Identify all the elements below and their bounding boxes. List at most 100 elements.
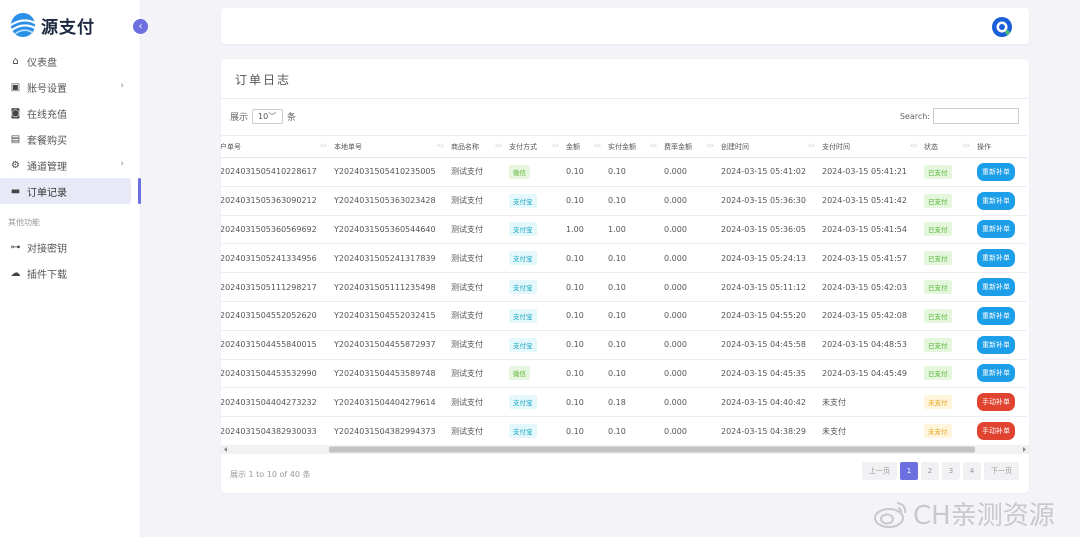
cell-text: Y2024031505363023428 — [334, 196, 436, 206]
page-button[interactable]: 2 — [921, 462, 939, 480]
table-cell: 0.10 — [605, 359, 661, 389]
search-control: Search: — [900, 108, 1019, 124]
sidebar-item[interactable]: ⌂ 仪表盘 — [0, 48, 141, 74]
manual-supply-button[interactable]: 手动补单 — [977, 422, 1015, 441]
sidebar-item[interactable]: ◙ 在线充值 — [0, 100, 141, 126]
page-length-value: 10 — [258, 112, 269, 121]
sidebar-item[interactable]: ⚙ 通道管理 › — [0, 152, 141, 178]
page-button[interactable]: 3 — [942, 462, 960, 480]
table-row: 2024031505241334956 Y2024031505241317839 测… — [221, 243, 1027, 274]
collapse-sidebar-button[interactable]: ‹ — [133, 19, 148, 34]
table-cell: Y2024031504404279614 — [331, 387, 448, 418]
watermark: CH亲测资源 — [873, 495, 1055, 532]
resupply-order-button[interactable]: 重新补单 — [977, 278, 1015, 297]
horizontal-scrollbar[interactable] — [221, 445, 1029, 454]
table-row: 2024031504382930033 Y2024031504382994373 测… — [221, 416, 1027, 446]
sidebar-item[interactable]: ▬ 订单记录 — [0, 178, 141, 204]
length-suffix: 条 — [287, 113, 297, 123]
resupply-order-button[interactable]: 重新补单 — [977, 306, 1015, 325]
sidebar-section-title: 其他功能 — [8, 218, 40, 227]
app-logo[interactable]: 源支付 — [8, 11, 95, 39]
column-header[interactable]: 商品名称 ︿ ﹀ — [448, 135, 506, 158]
table-cell: 2024031504455840015 — [221, 330, 331, 360]
avatar[interactable] — [991, 16, 1013, 38]
table-cell: 测试支付 — [448, 330, 506, 360]
column-header[interactable]: 创建时间 ︿ ﹀ — [718, 135, 819, 158]
table-cell: Y2024031505241317839 — [331, 243, 448, 274]
package-icon: ▤ — [10, 133, 21, 145]
cell-text: 0.000 — [664, 397, 687, 407]
cell-text: 2024-03-15 04:45:58 — [721, 340, 806, 350]
length-prefix: 展示 — [230, 113, 249, 123]
sidebar-item[interactable]: ▣ 账号设置 › — [0, 74, 141, 100]
next-page-button[interactable]: 下一页 — [984, 462, 1019, 480]
resupply-order-button[interactable]: 重新补单 — [977, 220, 1015, 239]
column-header-label: 支付时间 — [822, 142, 850, 151]
sidebar-item-label: 仪表盘 — [27, 57, 57, 69]
cell-text: 2024031505363090212 — [221, 196, 317, 206]
sidebar-item-label: 对接密钥 — [27, 243, 67, 255]
table-cell: 支付宝 — [506, 330, 563, 360]
cell-text: 2024031504552052620 — [221, 311, 317, 321]
page-button[interactable]: 4 — [963, 462, 981, 480]
column-header[interactable]: 金额 ︿ ﹀ — [563, 135, 605, 158]
table-cell: 重新补单 — [974, 215, 1027, 245]
column-header-label: 创建时间 — [721, 142, 749, 151]
column-header[interactable]: 支付时间 ︿ ﹀ — [819, 135, 921, 158]
cell-text: 测试支付 — [451, 340, 483, 350]
receipt-icon: ▬ — [10, 185, 21, 197]
wallet-icon: ◙ — [10, 107, 21, 119]
page-length-select[interactable]: 10﹀ — [252, 109, 284, 124]
table-info: 展示 1 to 10 of 40 条 — [230, 470, 311, 479]
cell-text: 0.000 — [664, 426, 687, 436]
resupply-order-button[interactable]: 重新补单 — [977, 162, 1015, 181]
table-cell: 2024-03-15 05:41:54 — [819, 215, 921, 245]
resupply-order-button[interactable]: 重新补单 — [977, 335, 1015, 354]
cell-text: 2024-03-15 05:41:57 — [822, 253, 907, 263]
cell-text: 2024-03-15 05:41:42 — [822, 196, 907, 206]
column-header[interactable]: 状态 ︿ ﹀ — [921, 135, 974, 158]
table-cell: 2024031504453532990 — [221, 359, 331, 389]
table-cell: 2024-03-15 04:45:58 — [718, 330, 819, 360]
manual-supply-button[interactable]: 手动补单 — [977, 393, 1015, 412]
table-cell: 0.10 — [605, 301, 661, 331]
prev-page-button[interactable]: 上一页 — [862, 462, 897, 480]
table-row: 2024031504453532990 Y2024031504453589748 测… — [221, 359, 1027, 389]
column-header[interactable]: 本地单号 ︿ ﹀ — [331, 135, 448, 158]
table-cell: 重新补单 — [974, 272, 1027, 302]
table-cell: 0.10 — [563, 157, 605, 187]
table-cell: 支付宝 — [506, 416, 563, 446]
column-header[interactable]: 操作 — [974, 135, 1027, 158]
cell-text: 2024-03-15 04:45:35 — [721, 368, 806, 378]
column-header-label: 操作 — [977, 142, 991, 151]
table-cell: 0.000 — [661, 215, 718, 245]
sidebar-item[interactable]: ⊶ 对接密钥 — [0, 234, 141, 260]
table-cell: 1.00 — [605, 215, 661, 245]
search-label: Search: — [899, 111, 930, 121]
table-cell: 测试支付 — [448, 215, 506, 245]
sidebar-item[interactable]: ▤ 套餐购买 — [0, 126, 141, 152]
sidebar-item[interactable]: ☁ 插件下载 — [0, 260, 141, 286]
resupply-order-button[interactable]: 重新补单 — [977, 191, 1015, 210]
cell-text: 测试支付 — [451, 282, 483, 292]
table-cell: 0.000 — [661, 359, 718, 389]
resupply-order-button[interactable]: 重新补单 — [977, 249, 1015, 268]
cell-text: 0.10 — [566, 426, 584, 436]
column-header[interactable]: 支付方式 ︿ ﹀ — [506, 135, 563, 158]
table-cell: 2024-03-15 04:38:29 — [718, 416, 819, 446]
cell-text: Y2024031505111235498 — [334, 282, 436, 292]
search-input[interactable] — [933, 108, 1019, 124]
table-cell: 0.000 — [661, 330, 718, 360]
table-cell: 0.10 — [605, 186, 661, 216]
column-header[interactable]: 实付金额 ︿ ﹀ — [605, 135, 661, 158]
resupply-order-button[interactable]: 重新补单 — [977, 364, 1015, 383]
cell-text: 0.10 — [566, 196, 584, 206]
cell-text: 测试支付 — [451, 224, 483, 234]
cell-text: 测试支付 — [451, 368, 483, 378]
table-cell: 测试支付 — [448, 301, 506, 331]
chevron-left-icon: ‹ — [138, 21, 143, 32]
cell-text: 2024-03-15 05:24:13 — [721, 253, 806, 263]
column-header[interactable]: 户单号 ︿ ﹀ — [221, 135, 331, 158]
page-button[interactable]: 1 — [900, 462, 918, 480]
column-header[interactable]: 费率金额 ︿ ﹀ — [661, 135, 718, 158]
